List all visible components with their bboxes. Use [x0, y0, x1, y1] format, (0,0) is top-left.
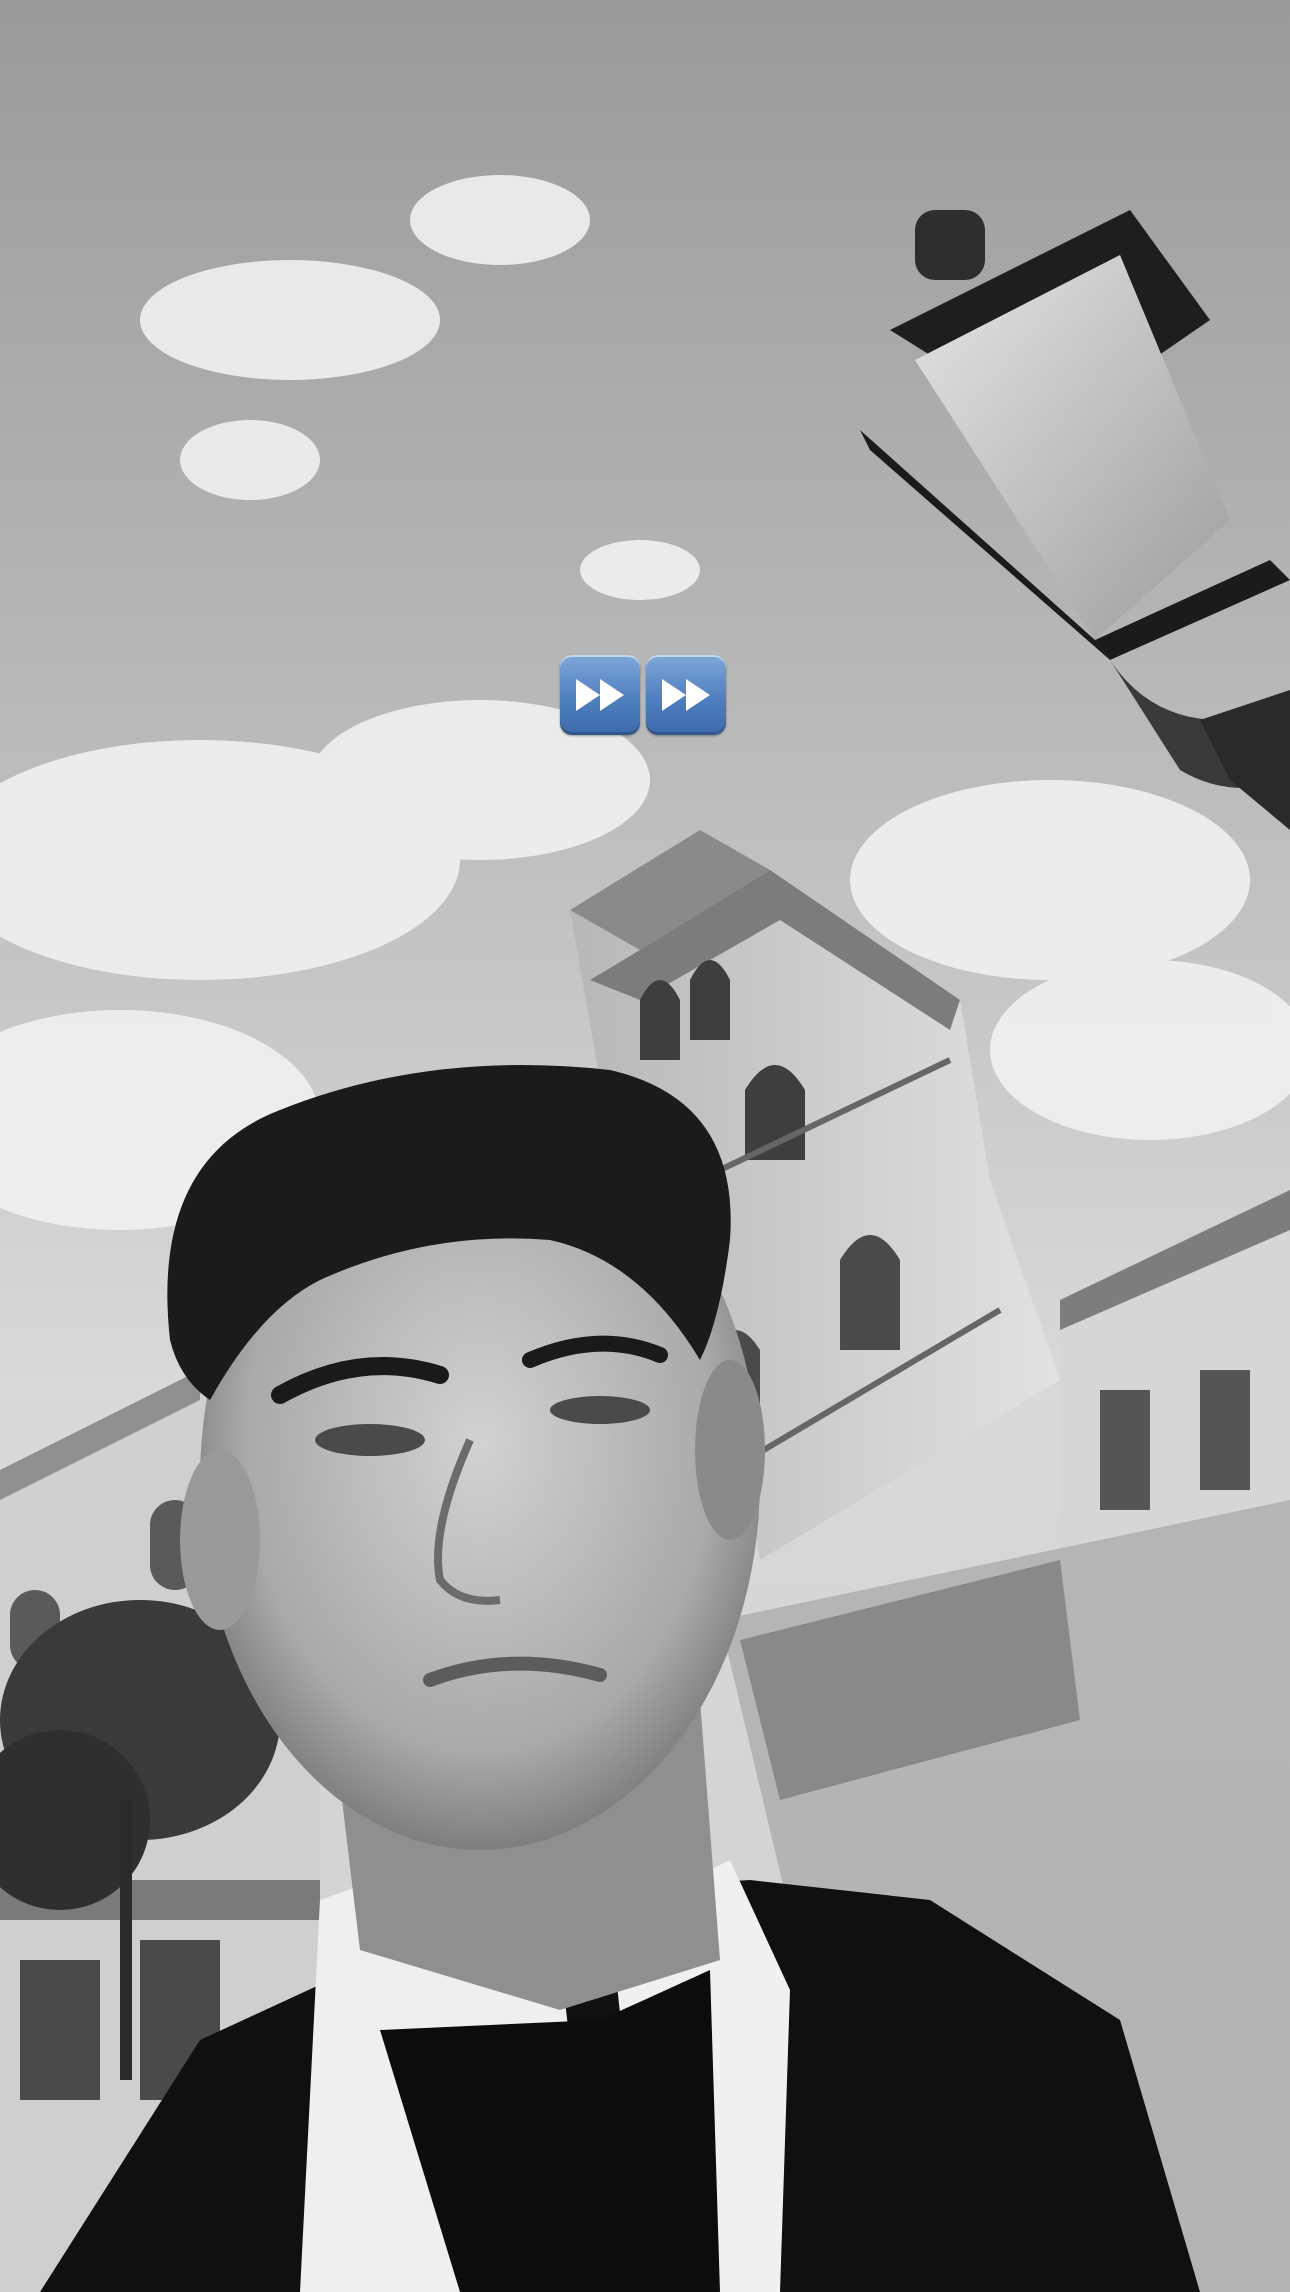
- story-viewer[interactable]: [0, 0, 1290, 2292]
- story-photo: [0, 0, 1290, 2292]
- fast-forward-icon: [560, 655, 640, 735]
- fast-forward-icon: [646, 655, 726, 735]
- fast-forward-sticker[interactable]: [560, 655, 726, 735]
